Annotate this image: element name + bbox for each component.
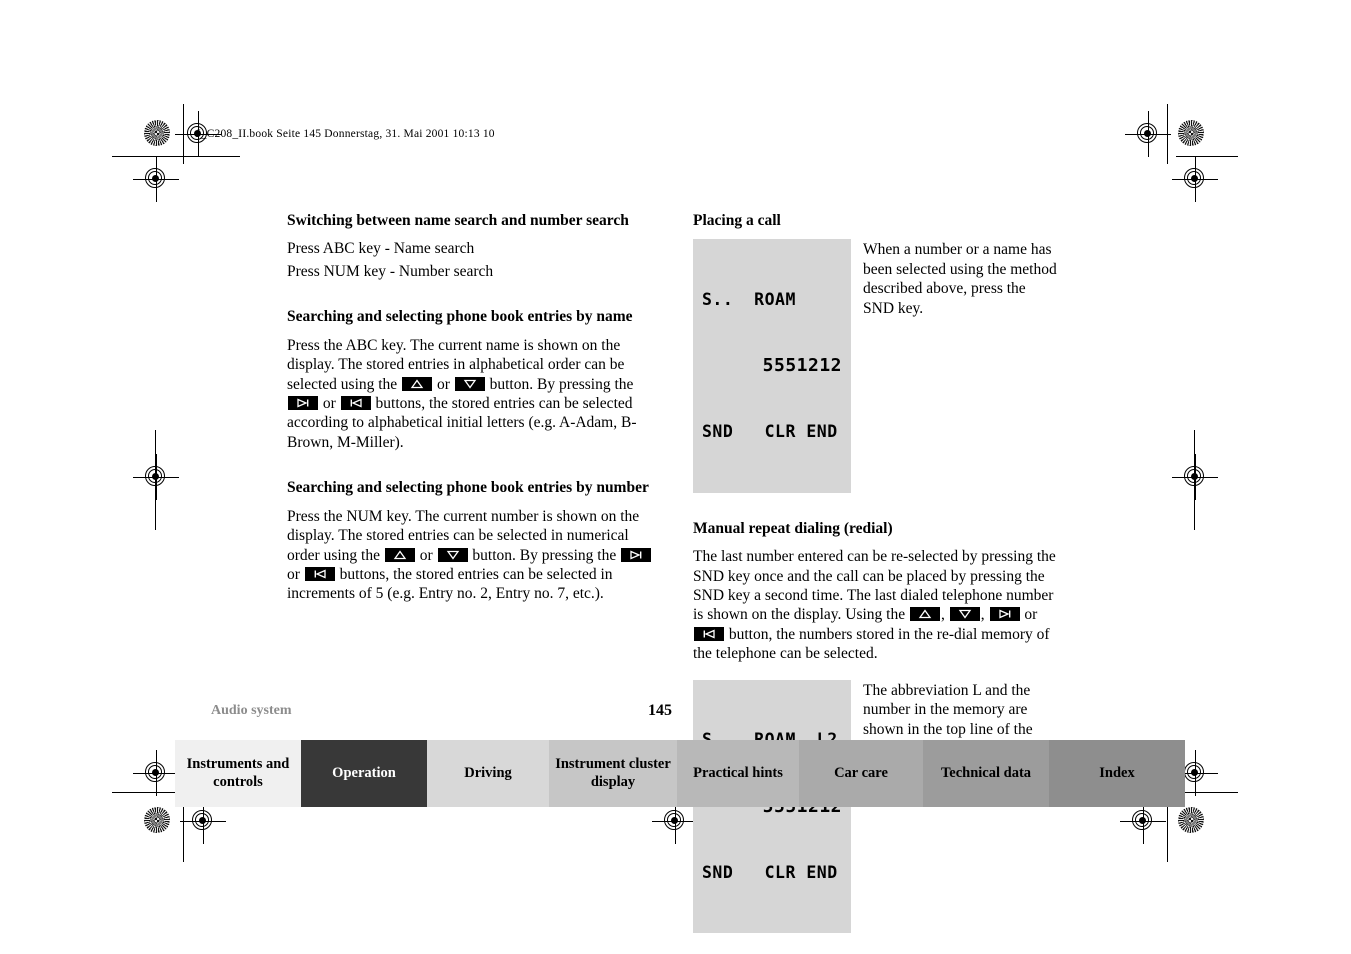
registration-mark-upper-left: [133, 156, 179, 202]
registration-mark-upper-right: [1172, 156, 1218, 202]
registration-mark-bottom-right: [1120, 798, 1166, 844]
chapter-tab-label: Driving: [464, 764, 512, 781]
paragraph-search-by-number: Press the NUM key. The current number is…: [287, 507, 657, 604]
triangle-up-key-icon: [910, 607, 940, 622]
registration-mark-lower-left: [133, 750, 179, 796]
triangle-down-key-icon: [949, 607, 980, 622]
page-number: 145: [648, 702, 672, 719]
chapter-tab-technical-data[interactable]: Technical data: [923, 740, 1049, 807]
paragraph-manual-repeat-dialing: The last number entered can be re-select…: [693, 547, 1063, 664]
registration-mark-top-right: [1125, 111, 1171, 157]
chapter-tab-practical-hints[interactable]: Practical hints: [677, 740, 799, 807]
trim-line-bottom-right-vert: [1167, 800, 1168, 862]
chapter-tab-instrument-cluster-display[interactable]: Instrument cluster display: [549, 740, 677, 807]
print-density-target-bottom-left: [144, 807, 170, 833]
print-density-target-bottom-right: [1178, 807, 1204, 833]
chapter-tab-index[interactable]: Index: [1049, 740, 1185, 807]
text-fragment: buttons, the stored entries can be selec…: [287, 565, 613, 603]
registration-mark-mid-right: [1172, 454, 1218, 500]
trim-line-top-left: [112, 156, 240, 157]
trim-line-top-right: [1176, 156, 1238, 157]
trim-line-bottom-right: [1176, 792, 1238, 793]
chapter-tab-operation[interactable]: Operation: [301, 740, 427, 807]
skip-forward-key-icon: [989, 607, 1020, 622]
registration-mark-mid-left: [133, 454, 179, 500]
registration-mark-bottom-center: [652, 798, 698, 844]
lcd-line-softkeys: SND CLR END: [702, 862, 838, 882]
triangle-down-key-icon: [437, 547, 468, 562]
chapter-tab-driving[interactable]: Driving: [427, 740, 549, 807]
heading-search-by-number: Searching and selecting phone book entri…: [287, 479, 649, 497]
lcd-line-status: S.. ROAM: [702, 289, 796, 309]
triangle-up-key-icon: [402, 376, 433, 391]
display-block-placing-call: S.. ROAM 5551212 SND CLR END When a numb…: [693, 239, 1063, 493]
text-fragment: or: [419, 546, 433, 564]
text-fragment: or: [1024, 606, 1038, 624]
text-fragment: button, the numbers stored in the re-dia…: [693, 625, 1050, 663]
right-column: Placing a call S.. ROAM 5551212 SND CLR …: [693, 211, 1063, 934]
text-fragment: or: [322, 394, 336, 412]
left-column: Switching between name search and number…: [287, 211, 657, 604]
chapter-tab-label: Car care: [834, 764, 888, 781]
triangle-down-key-icon: [454, 376, 485, 391]
chapter-tab-label: Instrument cluster display: [555, 756, 671, 790]
lcd-line-softkeys: SND CLR END: [702, 422, 838, 442]
skip-forward-key-icon: [288, 395, 318, 410]
text-fragment: or: [436, 375, 450, 393]
triangle-up-key-icon: [384, 547, 415, 562]
text-fragment: ,: [941, 606, 945, 624]
heading-manual-repeat-dialing: Manual repeat dialing (redial): [693, 519, 893, 537]
chapter-tab-bar: Instruments and controls Operation Driving…: [175, 740, 1185, 807]
chapter-tab-label: Instruments and controls: [186, 756, 290, 790]
heading-switching-between-searches: Switching between name search and number…: [287, 212, 629, 229]
heading-placing-a-call: Placing a call: [693, 212, 781, 229]
text-press-abc-key: Press ABC key - Name search: [287, 240, 475, 258]
print-density-target-top-left: [144, 120, 170, 146]
chapter-tab-label: Operation: [332, 764, 396, 781]
chapter-tab-car-care[interactable]: Car care: [799, 740, 923, 807]
book-header-line: J_C208_II.book Seite 145 Donnerstag, 31.…: [196, 128, 495, 140]
text-fragment: button. By pressing the: [489, 375, 634, 393]
skip-forward-key-icon: [621, 547, 652, 562]
text-fragment: buttons, the stored entries can be selec…: [287, 394, 637, 451]
skip-back-key-icon: [340, 395, 371, 410]
text-fragment: button. By pressing the: [472, 546, 617, 564]
chapter-tab-label: Technical data: [940, 764, 1032, 781]
chapter-tab-label: Practical hints: [693, 764, 783, 781]
lcd-line-number: 5551212: [762, 355, 842, 377]
print-density-target-top-right: [1178, 120, 1204, 146]
caption-placing-call: When a number or a name has been selecte…: [863, 241, 1057, 317]
registration-mark-bottom-left: [180, 798, 226, 844]
trim-line-bottom-left-vert: [183, 800, 184, 862]
text-fragment: or: [287, 565, 300, 583]
heading-search-by-name: Searching and selecting phone book entri…: [287, 308, 633, 326]
chapter-label: Audio system: [211, 703, 292, 718]
paragraph-search-by-name: Press the ABC key. The current name is s…: [287, 336, 657, 453]
skip-back-key-icon: [304, 566, 335, 581]
chapter-tab-label: Index: [1099, 764, 1135, 781]
text-press-num-key: Press NUM key - Number search: [287, 262, 494, 280]
text-fragment: ,: [980, 606, 985, 624]
chapter-tab-instruments-and-controls[interactable]: Instruments and controls: [175, 740, 301, 807]
skip-back-key-icon: [694, 626, 724, 641]
phone-lcd-display-1: S.. ROAM 5551212 SND CLR END: [693, 239, 851, 493]
